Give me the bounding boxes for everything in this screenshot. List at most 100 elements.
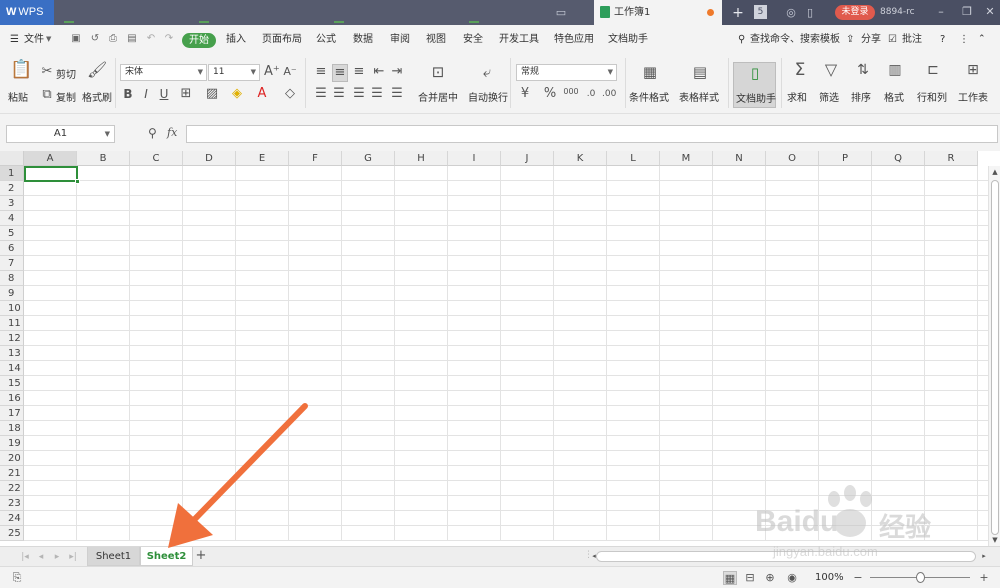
tablet-icon[interactable]: ▯ xyxy=(803,6,817,20)
format-button[interactable]: 格式 xyxy=(884,89,904,104)
zoom-level[interactable]: 100% xyxy=(815,567,844,588)
format-painter-icon[interactable]: 🖌 xyxy=(87,62,107,78)
tab-insert[interactable]: 插入 xyxy=(226,25,246,54)
row-header[interactable]: 8 xyxy=(0,271,24,286)
decrease-indent-icon[interactable]: ⇤ xyxy=(372,64,386,80)
formula-input[interactable] xyxy=(186,125,998,143)
window-tab-strip[interactable]: ▭ xyxy=(54,0,594,25)
tab-home[interactable]: 开始 xyxy=(182,33,216,48)
conditional-format-icon[interactable]: ▦ xyxy=(640,64,660,80)
merge-center-button[interactable]: 合并居中 xyxy=(418,89,458,104)
percent-icon[interactable]: % xyxy=(543,86,557,102)
cloud-doc-icon[interactable]: ◎ xyxy=(784,6,798,20)
row-header[interactable]: 22 xyxy=(0,481,24,496)
save-icon[interactable]: ▣ xyxy=(70,33,82,45)
zoom-out-icon[interactable]: − xyxy=(851,571,865,585)
column-header[interactable]: P xyxy=(819,151,872,166)
row-header[interactable]: 25 xyxy=(0,526,24,541)
increase-decimal-icon[interactable]: .0 xyxy=(584,86,598,102)
filter-icon[interactable]: ▽ xyxy=(822,62,840,78)
zoom-search-icon[interactable]: ⚲ xyxy=(148,126,157,140)
row-header[interactable]: 19 xyxy=(0,436,24,451)
wps-logo[interactable]: W WPS xyxy=(0,0,54,25)
undo-icon[interactable]: ↶ xyxy=(145,33,157,45)
normal-view-icon[interactable]: ▦ xyxy=(723,571,737,585)
sort-button[interactable]: 排序 xyxy=(851,89,871,104)
close-icon[interactable]: ✕ xyxy=(983,5,997,19)
row-header[interactable]: 18 xyxy=(0,421,24,436)
font-size-select[interactable]: 11 ▼ xyxy=(208,64,260,81)
column-header[interactable]: F xyxy=(289,151,342,166)
column-header[interactable]: K xyxy=(554,151,607,166)
worksheet-button[interactable]: 工作表 xyxy=(958,89,988,104)
command-search[interactable]: 查找命令、搜索模板 xyxy=(750,25,840,54)
format-icon[interactable]: ▥ xyxy=(886,62,904,78)
hamburger-menu-icon[interactable]: ☰ xyxy=(10,25,19,54)
cut-button[interactable]: 剪切 xyxy=(56,66,76,81)
table-style-icon[interactable]: ▤ xyxy=(690,64,710,80)
align-center-icon[interactable]: ☰ xyxy=(332,86,346,102)
align-bottom-icon[interactable]: ≡ xyxy=(352,64,366,80)
sort-icon[interactable]: ⇅ xyxy=(854,62,872,78)
format-painter-button[interactable]: 格式刷 xyxy=(82,89,112,104)
row-header[interactable]: 16 xyxy=(0,391,24,406)
scroll-down-icon[interactable]: ▼ xyxy=(990,535,1000,545)
font-color-icon[interactable]: A xyxy=(255,86,269,102)
decrease-font-icon[interactable]: A⁻ xyxy=(283,64,297,80)
new-tab-plus-icon[interactable]: + xyxy=(731,6,745,20)
column-header[interactable]: H xyxy=(395,151,448,166)
row-column-button[interactable]: 行和列 xyxy=(917,89,947,104)
document-tab[interactable]: 工作簿1 xyxy=(594,0,722,25)
tab-view[interactable]: 视图 xyxy=(426,25,446,54)
row-header[interactable]: 23 xyxy=(0,496,24,511)
zoom-slider-knob[interactable] xyxy=(916,572,925,583)
align-left-icon[interactable]: ☰ xyxy=(314,86,328,102)
conditional-format-button[interactable]: 条件格式 xyxy=(629,89,669,104)
restore-icon[interactable]: ❐ xyxy=(960,5,974,19)
tab-security[interactable]: 安全 xyxy=(463,25,483,54)
monitor-icon[interactable]: ▭ xyxy=(554,6,568,20)
column-header[interactable]: R xyxy=(925,151,978,166)
fill-color-icon[interactable]: ◈ xyxy=(228,86,246,102)
tab-doc-assistant[interactable]: 文档助手 xyxy=(608,25,648,54)
row-header[interactable]: 6 xyxy=(0,241,24,256)
column-header[interactable]: I xyxy=(448,151,501,166)
more-options-icon[interactable]: ⋮ xyxy=(959,25,969,54)
fx-icon[interactable]: fx xyxy=(167,126,177,139)
next-sheet-icon[interactable]: ▸ xyxy=(52,550,62,564)
wrap-text-icon[interactable]: ⤶ xyxy=(477,64,497,80)
page-break-view-icon[interactable]: ⊟ xyxy=(743,571,757,585)
row-header[interactable]: 20 xyxy=(0,451,24,466)
bold-icon[interactable]: B xyxy=(122,86,134,102)
align-right-icon[interactable]: ☰ xyxy=(352,86,366,102)
tab-count-badge[interactable]: 5 xyxy=(754,5,767,19)
column-header[interactable]: C xyxy=(130,151,183,166)
fill-handle[interactable] xyxy=(75,179,80,184)
doc-assistant-button[interactable]: ▯ 文档助手 xyxy=(733,62,776,108)
scissors-icon[interactable]: ✂ xyxy=(40,64,54,80)
first-sheet-icon[interactable]: |◂ xyxy=(20,550,30,564)
number-format-select[interactable]: 常规 ▼ xyxy=(516,64,617,81)
minimize-icon[interactable]: – xyxy=(934,5,948,19)
increase-indent-icon[interactable]: ⇥ xyxy=(390,64,404,80)
decrease-decimal-icon[interactable]: .00 xyxy=(602,86,616,102)
prev-sheet-icon[interactable]: ◂ xyxy=(36,550,46,564)
scroll-right-icon[interactable]: ▸ xyxy=(980,551,988,562)
tab-data[interactable]: 数据 xyxy=(353,25,373,54)
distributed-icon[interactable]: ☰ xyxy=(390,86,404,102)
row-header[interactable]: 4 xyxy=(0,211,24,226)
font-name-select[interactable]: 宋体 ▼ xyxy=(120,64,207,81)
currency-icon[interactable]: ¥ xyxy=(518,86,532,102)
wrap-text-button[interactable]: 自动换行 xyxy=(468,89,508,104)
sum-button[interactable]: 求和 xyxy=(787,89,807,104)
column-header[interactable]: N xyxy=(713,151,766,166)
table-style-button[interactable]: 表格样式 xyxy=(679,89,719,104)
name-box[interactable]: A1 ▼ xyxy=(6,125,115,143)
print-preview-icon[interactable]: ▤ xyxy=(126,33,138,45)
column-header[interactable]: B xyxy=(77,151,130,166)
search-icon[interactable]: ⚲ xyxy=(738,25,745,54)
clear-format-icon[interactable]: ◇ xyxy=(282,86,298,102)
row-header[interactable]: 5 xyxy=(0,226,24,241)
underline-icon[interactable]: U xyxy=(158,86,170,102)
merge-center-icon[interactable]: ⊡ xyxy=(428,64,448,80)
